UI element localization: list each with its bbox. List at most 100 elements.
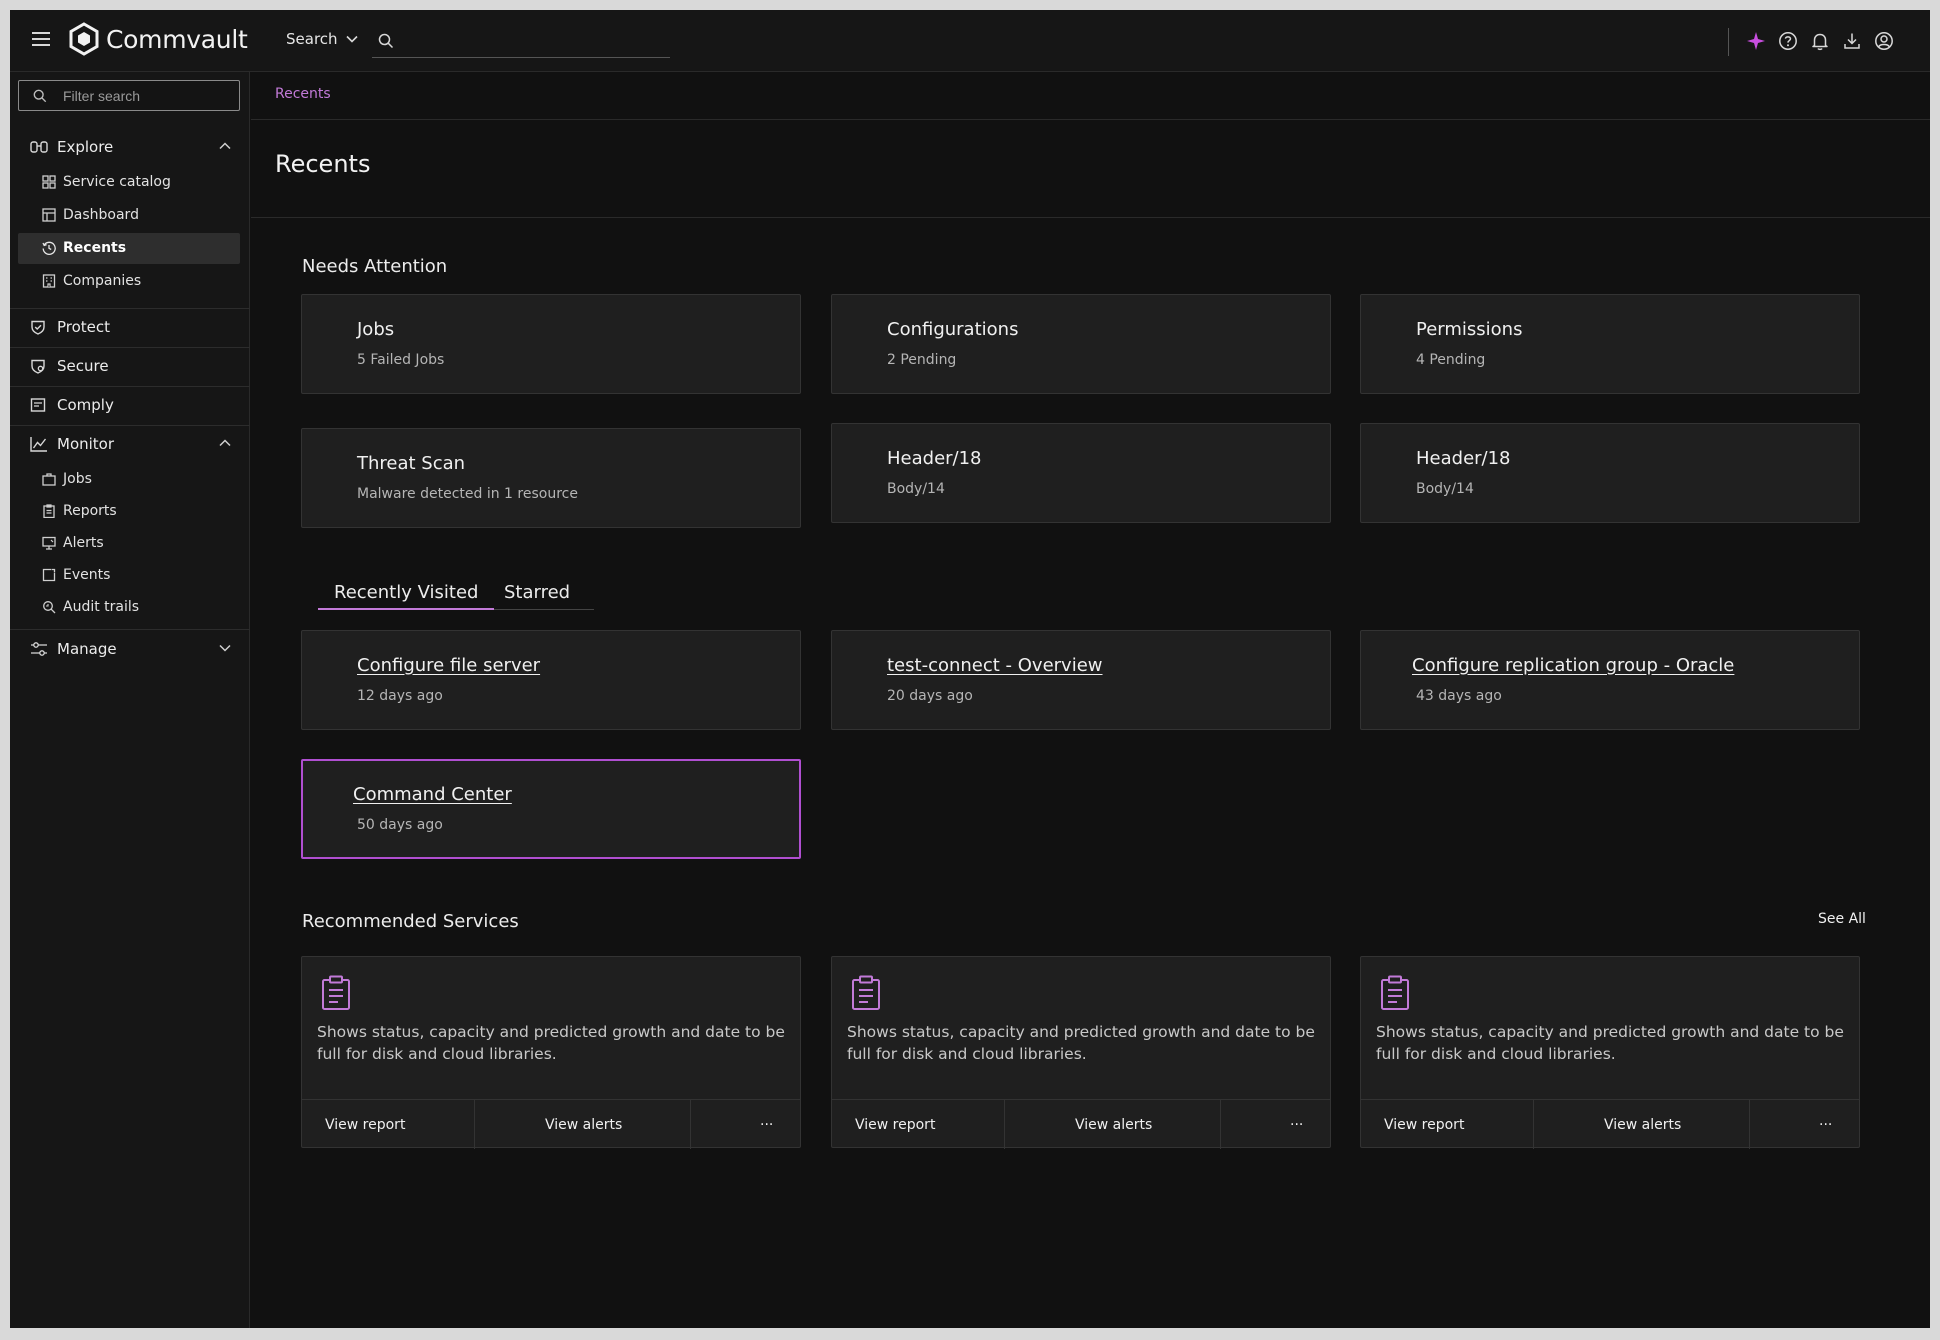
view-report-button[interactable]: View report <box>1384 1100 1464 1149</box>
more-options-button[interactable]: ··· <box>760 1100 773 1149</box>
action-divider <box>1749 1100 1750 1149</box>
sidebar-item-label: Audit trails <box>63 599 140 615</box>
action-divider <box>1220 1100 1221 1149</box>
recent-card[interactable]: Configure file server 12 days ago <box>301 630 801 730</box>
recent-link[interactable]: test-connect - Overview <box>887 655 1103 676</box>
nav-section-monitor[interactable]: Monitor <box>10 427 250 461</box>
sidebar-item-audit-trails[interactable]: Audit trails <box>18 592 240 623</box>
sidebar-item-events[interactable]: Events <box>18 560 240 591</box>
service-card: Shows status, capacity and predicted gro… <box>831 956 1331 1149</box>
card-subtitle: 2 Pending <box>887 352 957 368</box>
card-title: Permissions <box>1416 319 1523 340</box>
view-alerts-button[interactable]: View alerts <box>1075 1100 1152 1149</box>
attention-card-threat-scan[interactable]: Threat Scan Malware detected in 1 resour… <box>301 428 801 528</box>
nav-section-secure[interactable]: Secure <box>10 349 250 383</box>
card-subtitle: 5 Failed Jobs <box>357 352 445 368</box>
hamburger-menu-icon[interactable] <box>32 32 50 48</box>
alert-icon <box>42 536 56 550</box>
tab-starred[interactable]: Starred <box>504 582 570 603</box>
view-alerts-button[interactable]: View alerts <box>1604 1100 1681 1149</box>
user-icon[interactable] <box>1874 31 1894 51</box>
nav-section-protect[interactable]: Protect <box>10 310 250 344</box>
more-options-button[interactable]: ··· <box>1290 1100 1303 1149</box>
report-icon <box>43 504 55 518</box>
recent-card[interactable]: Configure replication group - Oracle 43 … <box>1360 630 1860 730</box>
search-scope-dropdown[interactable]: Search <box>286 30 358 48</box>
page-title: Recents <box>275 150 371 178</box>
nav-section-explore[interactable]: Explore <box>10 130 250 164</box>
sidebar-item-label: Reports <box>63 503 117 519</box>
grid-icon <box>42 175 56 189</box>
recents-tabs: Recently Visited Starred <box>317 582 594 610</box>
download-icon[interactable] <box>1842 31 1862 51</box>
nav-section-label: Secure <box>57 357 109 375</box>
breadcrumb[interactable]: Recents <box>275 86 331 102</box>
sidebar-item-label: Alerts <box>63 535 104 551</box>
recent-link[interactable]: Configure file server <box>357 655 540 676</box>
event-icon <box>42 568 56 582</box>
recent-link[interactable]: Command Center <box>353 784 512 805</box>
sidebar-item-jobs[interactable]: Jobs <box>18 464 240 495</box>
service-card: Shows status, capacity and predicted gro… <box>1360 956 1860 1149</box>
recent-card[interactable]: test-connect - Overview 20 days ago <box>831 630 1331 730</box>
sidebar-item-companies[interactable]: Companies <box>18 266 240 297</box>
attention-card-placeholder[interactable]: Header/18 Body/14 <box>831 423 1331 523</box>
sidebar-item-reports[interactable]: Reports <box>18 496 240 527</box>
nav-divider <box>10 308 250 309</box>
nav-section-label: Protect <box>57 318 111 336</box>
nav-section-label: Monitor <box>57 435 115 453</box>
view-report-button[interactable]: View report <box>325 1100 405 1149</box>
view-alerts-button[interactable]: View alerts <box>545 1100 622 1149</box>
recent-link[interactable]: Configure replication group - Oracle <box>1412 655 1734 676</box>
filter-search-input[interactable] <box>63 86 233 106</box>
sidebar-item-service-catalog[interactable]: Service catalog <box>18 167 240 198</box>
service-card: Shows status, capacity and predicted gro… <box>301 956 801 1149</box>
service-actions: View report View alerts ··· <box>1361 1099 1859 1149</box>
sidebar-item-dashboard[interactable]: Dashboard <box>18 200 240 231</box>
nav-section-comply[interactable]: Comply <box>10 388 250 422</box>
nav-section-manage[interactable]: Manage <box>10 632 250 666</box>
attention-card-permissions[interactable]: Permissions 4 Pending <box>1360 294 1860 394</box>
filter-search <box>18 80 240 111</box>
history-icon <box>42 241 56 255</box>
sliders-icon <box>31 642 47 656</box>
sidebar-item-label: Events <box>63 567 111 583</box>
chevron-up-icon <box>219 142 231 150</box>
sidebar-item-label: Dashboard <box>63 207 139 223</box>
chevron-down-icon <box>219 644 231 652</box>
service-actions: View report View alerts ··· <box>832 1099 1330 1149</box>
sidebar-item-recents[interactable]: Recents <box>18 233 240 264</box>
action-divider <box>1533 1100 1534 1149</box>
app-window: Commvault Search Filter search Explore S… <box>10 10 1930 1328</box>
sidebar-item-alerts[interactable]: Alerts <box>18 528 240 559</box>
service-description: Shows status, capacity and predicted gro… <box>317 1023 785 1063</box>
clipboard-icon <box>852 975 880 1010</box>
sidebar-item-label: Recents <box>63 240 127 256</box>
recent-time: 43 days ago <box>1416 688 1502 704</box>
nav-section-label: Manage <box>57 640 117 658</box>
main-content: Recents Recents Needs Attention Jobs 5 F… <box>251 72 1930 1328</box>
ai-sparkle-icon[interactable] <box>1746 31 1766 51</box>
card-subtitle: Body/14 <box>887 481 945 497</box>
bell-icon[interactable] <box>1810 31 1830 51</box>
briefcase-icon <box>42 473 56 486</box>
tab-recently-visited[interactable]: Recently Visited <box>317 582 495 610</box>
see-all-link[interactable]: See All <box>1818 911 1866 927</box>
attention-card-configurations[interactable]: Configurations 2 Pending <box>831 294 1331 394</box>
recent-card-focused[interactable]: Command Center 50 days ago <box>301 759 801 859</box>
more-options-button[interactable]: ··· <box>1819 1100 1832 1149</box>
search-scope-label: Search <box>286 30 338 48</box>
commvault-logo-icon <box>69 22 99 56</box>
help-icon[interactable] <box>1778 31 1798 51</box>
brand-logo[interactable]: Commvault <box>68 22 248 56</box>
nav-section-label: Explore <box>57 138 114 156</box>
chevron-up-icon <box>219 439 231 447</box>
page-header: Recents <box>251 120 1930 218</box>
action-divider <box>474 1100 475 1149</box>
card-subtitle: Body/14 <box>1416 481 1474 497</box>
attention-card-jobs[interactable]: Jobs 5 Failed Jobs <box>301 294 801 394</box>
global-search-input[interactable] <box>402 30 662 54</box>
view-report-button[interactable]: View report <box>855 1100 935 1149</box>
attention-card-placeholder[interactable]: Header/18 Body/14 <box>1360 423 1860 523</box>
clipboard-icon <box>322 975 350 1010</box>
